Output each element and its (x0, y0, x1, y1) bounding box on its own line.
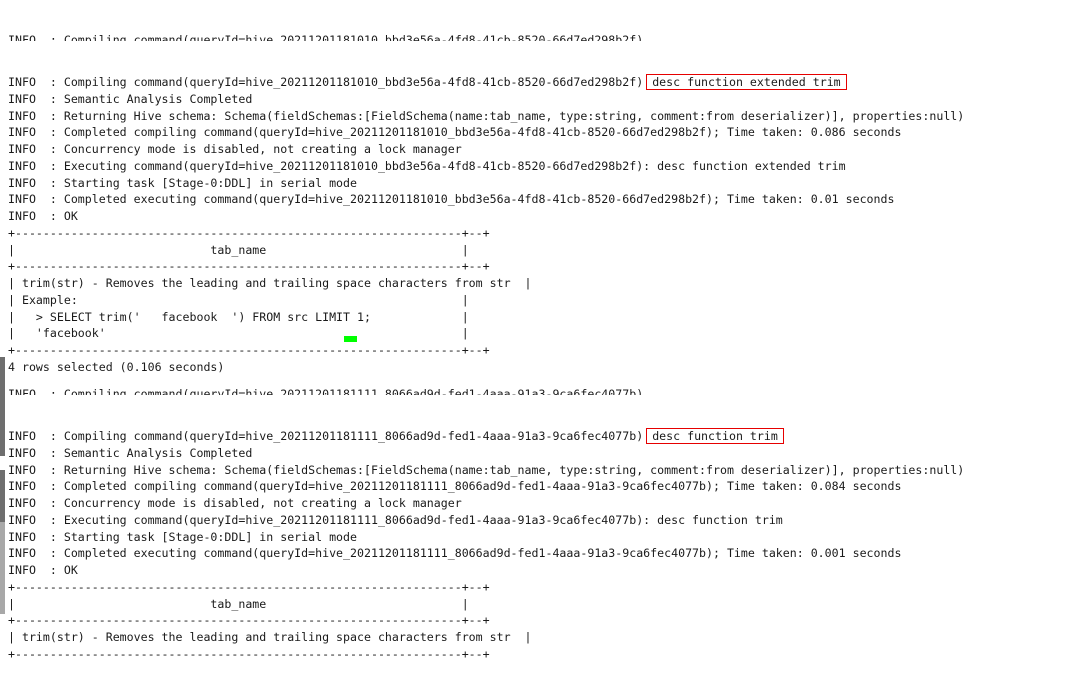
block-two-log-line-text: INFO : Returning Hive schema: Schema(fie… (8, 462, 965, 477)
block-one-log-line: INFO : Executing command(queryId=hive_20… (0, 158, 1080, 175)
block-two-log-line: | trim(str) - Removes the leading and tr… (0, 629, 1080, 646)
block-two-log-line-text: INFO : OK (8, 563, 78, 577)
highlighted-command: desc function trim (646, 428, 784, 444)
block-one-log-line: INFO : Concurrency mode is disabled, not… (0, 141, 1080, 158)
block-one-log-line-text: | trim(str) - Removes the leading and tr… (8, 276, 532, 290)
log-line-list-two: INFO : Compiling command(queryId=hive_20… (0, 428, 1080, 663)
block-one-log-line-text: INFO : Semantic Analysis Completed (8, 91, 253, 106)
block-one-log-line: | tab_name | (0, 242, 1080, 259)
block-two-log-line-text: INFO : Semantic Analysis Completed (8, 445, 253, 460)
highlighted-command: desc function extended trim (646, 74, 847, 90)
block-one-log-line-text: INFO : Completed compiling command(query… (8, 125, 902, 140)
hive-output-block-plain: INFO : Compiling command(queryId=hive_20… (0, 352, 1080, 696)
block-two-log-line: INFO : Returning Hive schema: Schema(fie… (0, 462, 1080, 479)
block-one-log-line: INFO : Returning Hive schema: Schema(fie… (0, 108, 1080, 125)
block-one-log-line-text: INFO : Compiling command(queryId=hive_20… (8, 75, 644, 89)
block-one-log-line-text: INFO : Starting task [Stage-0:DDL] in se… (8, 175, 358, 190)
block-one-log-line: | Example: | (0, 292, 1080, 309)
block-two-log-line-text: +---------------------------------------… (8, 613, 490, 628)
clipped-partial-line-top: INFO : Compiling command(queryId=hive_20… (8, 32, 644, 41)
green-caret-marker (344, 336, 357, 342)
block-one-log-line-text: INFO : Completed executing command(query… (8, 192, 895, 207)
block-one-log-line-text: +---------------------------------------… (8, 259, 490, 274)
log-line-list-one: INFO : Compiling command(queryId=hive_20… (0, 74, 1080, 376)
block-two-log-line-text: INFO : Completed executing command(query… (8, 546, 902, 561)
block-two-log-line-text: INFO : Compiling command(queryId=hive_20… (8, 429, 644, 443)
block-one-log-line: | > SELECT trim(' facebook ') FROM src L… (0, 309, 1080, 326)
clipped-partial-line-top-two: INFO : Compiling command(queryId=hive_20… (8, 386, 644, 395)
block-one-log-line-text: INFO : Concurrency mode is disabled, not… (8, 142, 462, 156)
block-one-log-line-text: | Example: | (8, 292, 469, 307)
block-two-log-line: INFO : Executing command(queryId=hive_20… (0, 512, 1080, 529)
console-screenshot-root: INFO : Compiling command(queryId=hive_20… (0, 0, 1080, 661)
block-two-log-line-text: INFO : Concurrency mode is disabled, not… (8, 496, 462, 510)
block-one-log-line-text: | tab_name | (8, 242, 469, 257)
block-two-log-line: +---------------------------------------… (0, 612, 1080, 629)
block-one-log-line: INFO : Starting task [Stage-0:DDL] in se… (0, 175, 1080, 192)
block-two-log-line-text: | tab_name | (8, 596, 469, 611)
block-one-log-line: INFO : Completed executing command(query… (0, 191, 1080, 208)
block-one-log-line-text: INFO : Executing command(queryId=hive_20… (8, 158, 846, 173)
block-one-log-line: +---------------------------------------… (0, 225, 1080, 242)
block-one-log-line-text: | > SELECT trim(' facebook ') FROM src L… (8, 309, 469, 324)
block-one-log-line: | trim(str) - Removes the leading and tr… (0, 275, 1080, 292)
block-one-log-line: INFO : OK (0, 208, 1080, 225)
block-one-log-line: +---------------------------------------… (0, 258, 1080, 275)
block-two-log-line-text: INFO : Starting task [Stage-0:DDL] in se… (8, 529, 358, 544)
block-one-log-line: INFO : Completed compiling command(query… (0, 124, 1080, 141)
block-two-log-line: | tab_name | (0, 596, 1080, 613)
block-two-log-line: INFO : Starting task [Stage-0:DDL] in se… (0, 529, 1080, 546)
block-two-log-line: INFO : Compiling command(queryId=hive_20… (0, 428, 1080, 445)
block-two-log-line: +---------------------------------------… (0, 646, 1080, 663)
block-one-log-line: INFO : Compiling command(queryId=hive_20… (0, 74, 1080, 91)
block-one-log-line-text: | 'facebook' | (8, 326, 469, 341)
block-one-log-line: INFO : Semantic Analysis Completed (0, 91, 1080, 108)
block-two-log-line: INFO : Semantic Analysis Completed (0, 445, 1080, 462)
block-two-log-line-text: INFO : Completed compiling command(query… (8, 479, 902, 494)
block-two-log-line-text: | trim(str) - Removes the leading and tr… (8, 630, 532, 644)
block-one-log-line-text: INFO : Returning Hive schema: Schema(fie… (8, 108, 965, 123)
block-two-log-line-text: +---------------------------------------… (8, 646, 490, 661)
block-two-log-line: INFO : Completed compiling command(query… (0, 478, 1080, 495)
block-one-log-line-text: INFO : OK (8, 209, 78, 223)
block-two-log-line: INFO : OK (0, 562, 1080, 579)
block-two-log-line: +---------------------------------------… (0, 579, 1080, 596)
block-two-log-line-text: INFO : Executing command(queryId=hive_20… (8, 512, 783, 527)
block-two-log-line: INFO : Completed executing command(query… (0, 545, 1080, 562)
block-two-log-line: INFO : Concurrency mode is disabled, not… (0, 495, 1080, 512)
hive-output-block-extended: INFO : Compiling command(queryId=hive_20… (0, 0, 1080, 409)
block-two-log-line-text: +---------------------------------------… (8, 579, 490, 594)
block-one-log-line: | 'facebook' | (0, 325, 1080, 342)
block-one-log-line-text: +---------------------------------------… (8, 225, 490, 240)
